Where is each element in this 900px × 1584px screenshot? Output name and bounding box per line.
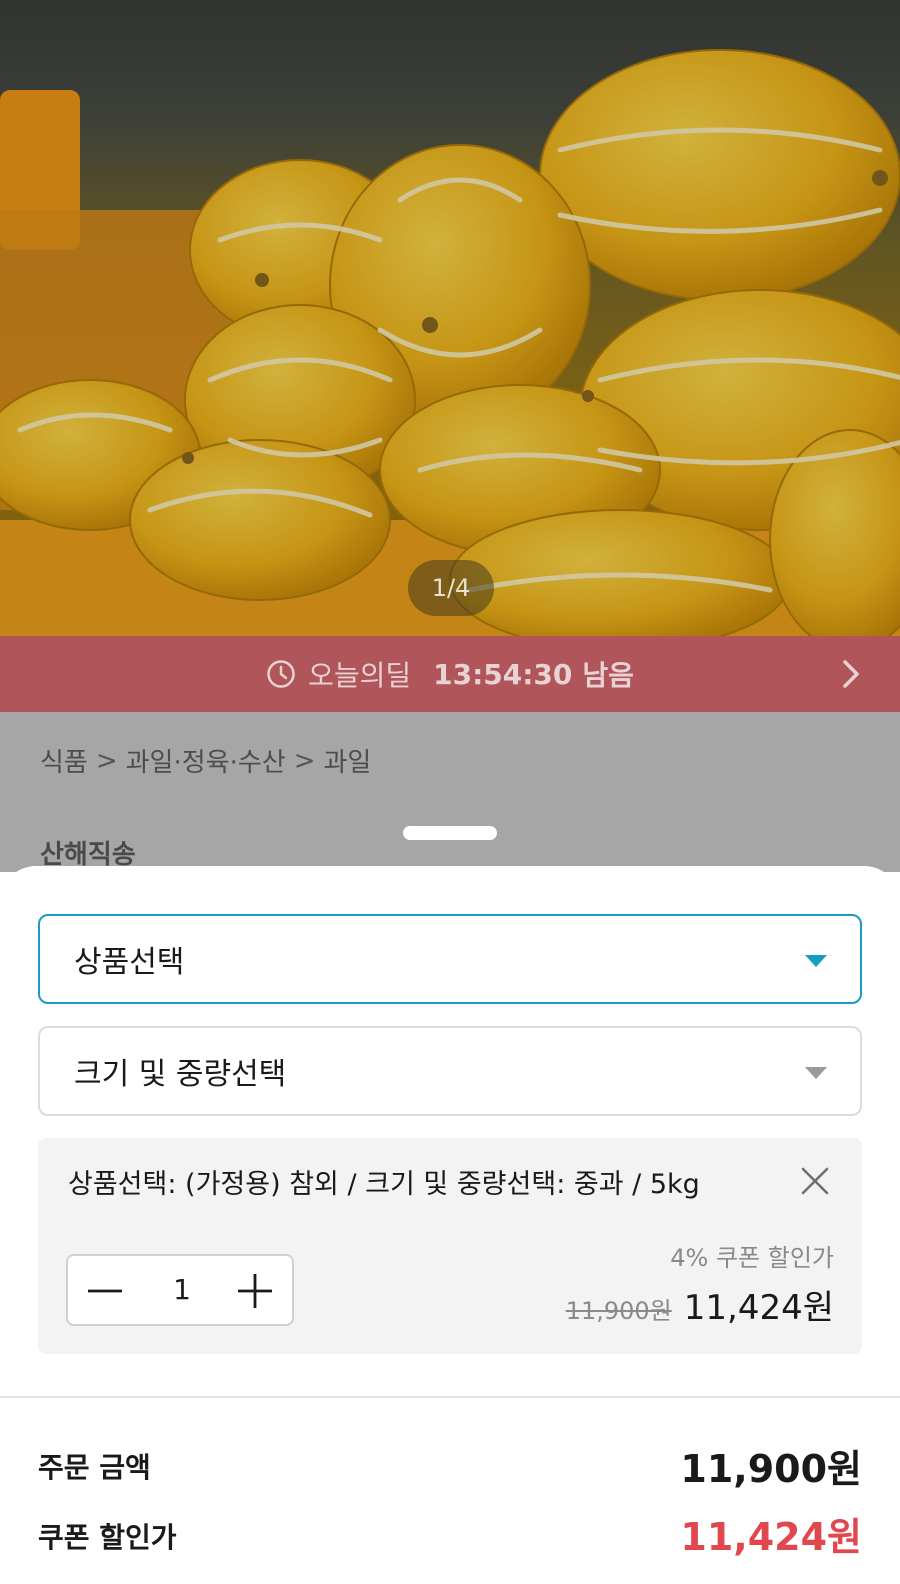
coupon-discount-label: 4% 쿠폰 할인가 [670,1244,834,1272]
order-amount-value: 11,900원 [680,1447,862,1491]
size-weight-select-dropdown[interactable]: 크기 및 중량선택 [38,1026,862,1116]
discounted-price: 11,424원 [683,1288,834,1328]
product-select-dropdown[interactable]: 상품선택 [38,914,862,1004]
breadcrumb-item[interactable]: 과일·정육·수산 [126,742,286,779]
order-amount-label: 주문 금액 [38,1451,151,1484]
caret-down-icon [805,1067,827,1079]
quantity-value[interactable]: 1 [164,1256,200,1324]
caret-down-icon [805,955,827,967]
quantity-stepper: 1 [66,1254,294,1326]
original-price: 11,900원 [565,1297,672,1325]
chevron-right-icon: > [95,745,118,776]
deal-countdown-suffix: 남음 [582,659,634,692]
minus-icon[interactable] [86,1272,124,1310]
deal-label: 오늘의딜 [308,659,412,692]
product-select-label: 상품선택 [74,945,185,980]
divider [0,1396,900,1398]
breadcrumb-item[interactable]: 식품 [40,742,88,779]
chevron-right-icon: > [293,745,316,776]
deal-countdown: 13:54:30 [433,657,573,691]
coupon-price-label: 쿠폰 할인가 [38,1521,177,1554]
breadcrumb-item[interactable]: 과일 [324,742,372,779]
coupon-price-value: 11,424원 [680,1515,862,1559]
chevron-right-icon [843,660,859,688]
option-price: 11,900원 11,424원 [566,1280,834,1329]
clock-icon [267,660,295,688]
selected-option-card: 상품선택: (가정용) 참외 / 크기 및 중량선택: 중과 / 5kg 1 4… [38,1138,862,1354]
breadcrumb: 식품 > 과일·정육·수산 > 과일 [40,742,371,779]
plus-icon[interactable] [236,1272,274,1310]
option-bottom-sheet: 상품선택 크기 및 중량선택 상품선택: (가정용) 참외 / 크기 및 중량선… [0,866,900,1584]
sheet-drag-handle[interactable] [403,826,497,840]
size-weight-select-label: 크기 및 중량선택 [74,1057,287,1092]
selected-option-text: 상품선택: (가정용) 참외 / 크기 및 중량선택: 중과 / 5kg [68,1169,700,1200]
product-image-carousel[interactable]: 1/4 [0,0,900,636]
image-overlay [0,0,900,636]
page-backdrop[interactable]: 식품 > 과일·정육·수산 > 과일 산해직송 [0,712,900,872]
page-indicator: 1/4 [408,560,494,616]
close-icon[interactable] [800,1166,830,1196]
todays-deal-banner[interactable]: 오늘의딜 13:54:30 남음 [0,636,900,712]
